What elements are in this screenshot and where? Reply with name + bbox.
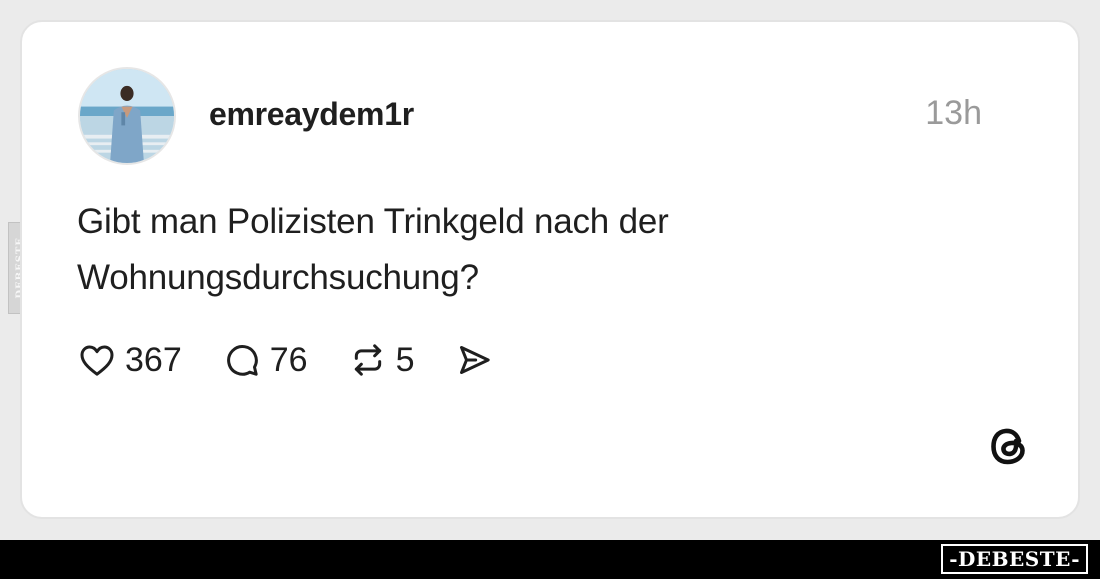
repost-button[interactable]: 5 bbox=[348, 340, 415, 380]
username[interactable]: emreaydem1r bbox=[209, 96, 414, 133]
like-count: 367 bbox=[125, 341, 182, 379]
brand-watermark: -DEBESTE- bbox=[941, 544, 1088, 574]
post-card: emreaydem1r 13h Gibt man Polizisten Trin… bbox=[20, 20, 1080, 519]
like-button[interactable]: 367 bbox=[77, 340, 182, 380]
avatar[interactable] bbox=[78, 67, 176, 165]
comment-count: 76 bbox=[269, 341, 308, 379]
comment-button[interactable]: 76 bbox=[222, 340, 308, 380]
post-actions: 367 76 5 bbox=[77, 338, 494, 382]
heart-icon bbox=[80, 345, 114, 376]
post-text: Gibt man Polizisten Trinkgeld nach der W… bbox=[77, 194, 897, 306]
share-button[interactable] bbox=[454, 340, 494, 380]
threads-logo-icon bbox=[986, 421, 1036, 471]
screenshot-stage: DEBESTE emreaydem1r 13h Gibt man Polizis… bbox=[0, 0, 1100, 579]
post-text-line-1: Gibt man Polizisten Trinkgeld nach der bbox=[77, 202, 669, 241]
post-text-line-2: Wohnungsdurchsuchung? bbox=[77, 258, 479, 297]
comment-bubble-icon bbox=[226, 345, 258, 376]
repost-count: 5 bbox=[395, 341, 415, 379]
post-timestamp: 13h bbox=[925, 94, 982, 132]
footer-bar: -DEBESTE- bbox=[0, 540, 1100, 579]
send-icon bbox=[460, 346, 491, 374]
brand-watermark-text: -DEBESTE- bbox=[949, 547, 1080, 571]
repost-icon bbox=[354, 344, 381, 376]
